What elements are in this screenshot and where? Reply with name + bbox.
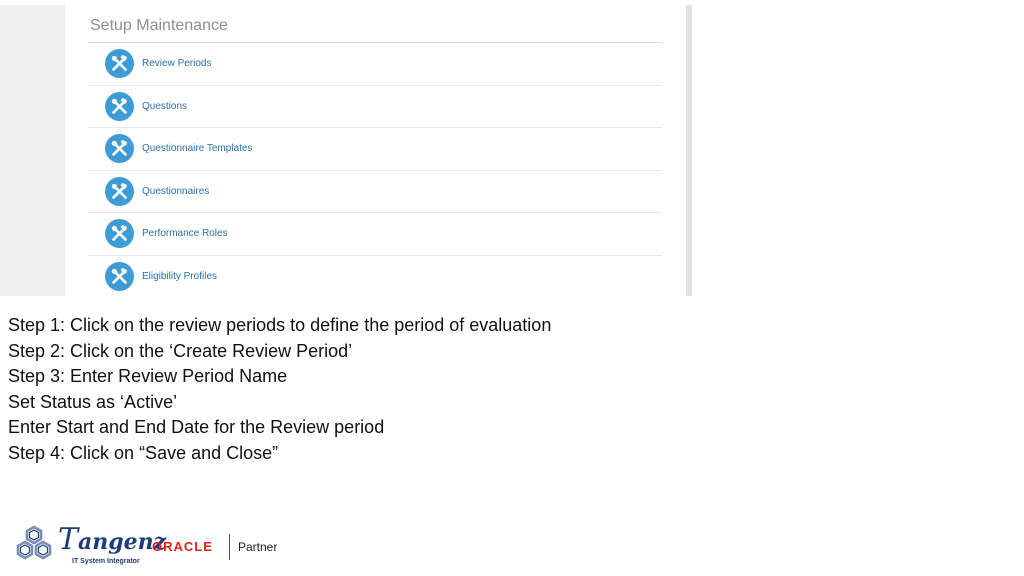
logo-divider xyxy=(229,534,230,560)
screenshot-panel: Setup Maintenance Review Periods Questio… xyxy=(0,5,692,296)
instruction-line: Step 1: Click on the review periods to d… xyxy=(8,315,552,335)
tools-icon[interactable] xyxy=(105,262,134,292)
task-label[interactable]: Questionnaire Templates xyxy=(142,143,252,154)
task-review-periods[interactable]: Review Periods xyxy=(88,43,662,86)
task-questionnaires[interactable]: Questionnaires xyxy=(88,171,662,213)
task-label[interactable]: Eligibility Profiles xyxy=(142,271,217,282)
tools-icon[interactable] xyxy=(105,134,134,164)
brand-tagline: IT System Integrator xyxy=(72,558,140,565)
task-list: Review Periods Questions Questionnaire T… xyxy=(88,43,662,296)
task-label[interactable]: Review Periods xyxy=(142,58,211,69)
instruction-line: Set Status as ‘Active’ xyxy=(8,391,178,412)
footer-logos: Tangenz IT System Integrator ORACLE Part… xyxy=(14,520,314,572)
instruction-line: Step 2: Click on the ‘Create Review Peri… xyxy=(8,340,353,361)
instruction-line: Step 3: Enter Review Period Name xyxy=(8,366,288,386)
tangenz-logo: Tangenz xyxy=(58,522,166,557)
task-questionnaire-templates[interactable]: Questionnaire Templates xyxy=(88,128,662,171)
oracle-logo: ORACLE xyxy=(152,539,213,554)
hexagon-logo-icon xyxy=(16,525,52,560)
task-questions[interactable]: Questions xyxy=(88,86,662,128)
task-label[interactable]: Questionnaires xyxy=(142,186,209,197)
task-label[interactable]: Questions xyxy=(142,101,187,112)
task-eligibility-profiles[interactable]: Eligibility Profiles xyxy=(88,256,662,297)
instruction-line: Step 4: Click on “Save and Close” xyxy=(8,442,279,463)
panel-title: Setup Maintenance xyxy=(90,17,228,34)
tools-icon[interactable] xyxy=(105,49,134,79)
left-gutter xyxy=(0,5,65,296)
task-label[interactable]: Performance Roles xyxy=(142,228,228,239)
partner-label: Partner xyxy=(238,540,278,554)
tools-icon[interactable] xyxy=(105,219,134,249)
task-performance-roles[interactable]: Performance Roles xyxy=(88,213,662,256)
instructions: Step 1: Click on the review periods to d… xyxy=(8,313,551,466)
tools-icon[interactable] xyxy=(105,176,134,206)
tangenz-script-t: T xyxy=(58,522,79,557)
instruction-line: Enter Start and End Date for the Review … xyxy=(8,417,385,437)
scrollbar[interactable] xyxy=(686,5,692,296)
tools-icon[interactable] xyxy=(105,91,134,121)
